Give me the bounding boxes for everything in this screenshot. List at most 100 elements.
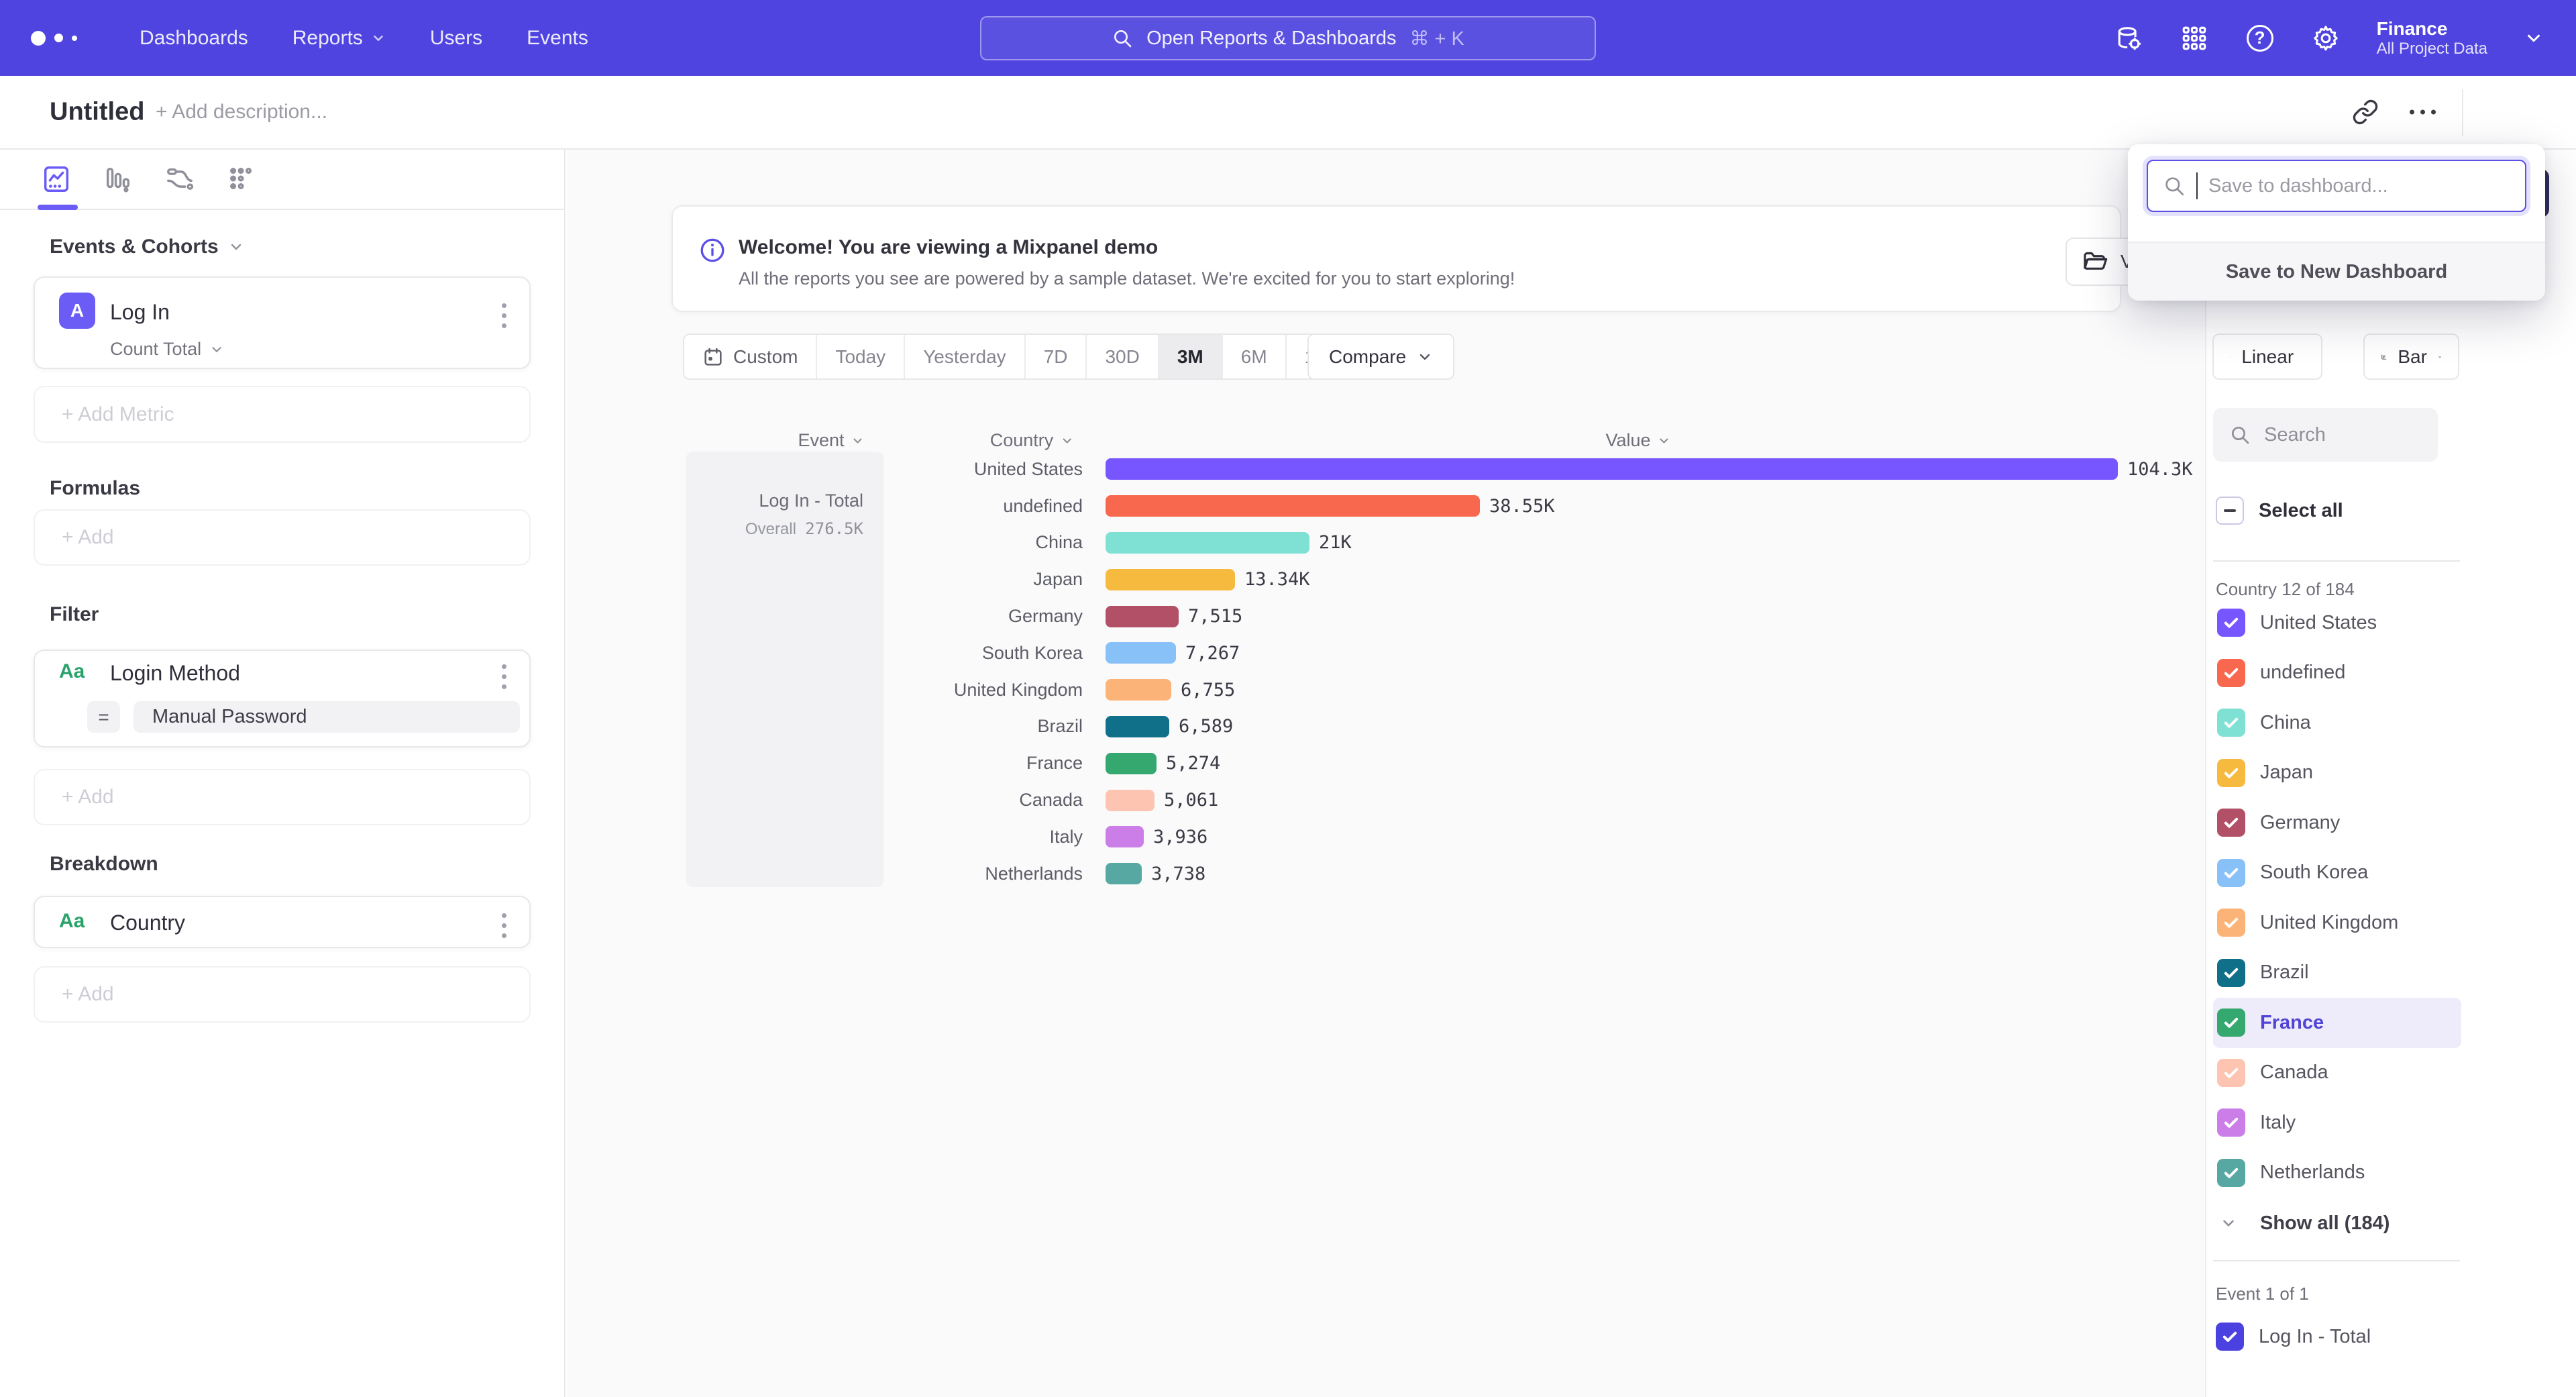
nav-item-label: Reports: [292, 27, 363, 50]
data-management-icon[interactable]: [2114, 23, 2143, 53]
nav-item[interactable]: Users: [430, 27, 482, 50]
date-range-button[interactable]: 3M: [1159, 335, 1223, 378]
events-cohorts-label[interactable]: Events & Cohorts: [50, 236, 244, 258]
country-filter-item[interactable]: China: [2213, 698, 2461, 748]
date-range-button[interactable]: Today: [817, 335, 905, 378]
project-chevron-icon[interactable]: [2524, 28, 2544, 48]
checkbox-checked-icon[interactable]: [2217, 1008, 2245, 1037]
metric-aggregation[interactable]: Count Total: [110, 339, 224, 360]
bar-segment[interactable]: [1106, 642, 1176, 664]
tab-retention-icon[interactable]: [225, 163, 258, 195]
filter-operator-chip[interactable]: =: [87, 701, 120, 733]
tab-funnels-icon[interactable]: [102, 163, 134, 195]
metric-card[interactable]: A Log In Count Total: [34, 276, 531, 369]
compare-button[interactable]: Compare: [1307, 333, 1454, 380]
add-filter-button[interactable]: + Add: [34, 769, 531, 825]
checkbox-checked-icon[interactable]: [2217, 759, 2245, 787]
filter-search-input[interactable]: Search: [2213, 408, 2438, 462]
bar-segment[interactable]: [1106, 679, 1171, 701]
metric-kebab-icon[interactable]: [502, 303, 506, 328]
mixpanel-logo[interactable]: [31, 31, 105, 46]
select-all-checkbox[interactable]: Select all: [2216, 497, 2343, 525]
bar-segment[interactable]: [1106, 753, 1157, 774]
bar-segment[interactable]: [1106, 716, 1169, 737]
nav-item[interactable]: Reports: [292, 27, 386, 50]
nav-item[interactable]: Events: [527, 27, 588, 50]
add-breakdown-button[interactable]: + Add: [34, 966, 531, 1023]
country-filter-item[interactable]: Netherlands: [2213, 1148, 2461, 1198]
checkbox-checked-icon[interactable]: [2217, 1159, 2245, 1187]
add-metric-button[interactable]: + Add Metric: [34, 386, 531, 443]
bar-segment[interactable]: [1106, 569, 1235, 590]
breakdown-card[interactable]: Aa Country: [34, 896, 531, 948]
save-to-dashboard-popup: Save to dashboard... Save to New Dashboa…: [2128, 144, 2545, 301]
breakdown-kebab-icon[interactable]: [502, 913, 506, 938]
value-scale-button[interactable]: Linear: [2212, 333, 2322, 380]
filter-card[interactable]: Aa Login Method = Manual Password: [34, 650, 531, 747]
global-search-bar[interactable]: Open Reports & Dashboards ⌘ + K: [980, 16, 1596, 60]
column-header-event[interactable]: Event: [798, 430, 864, 451]
column-header-country[interactable]: Country: [990, 430, 1074, 451]
bar-segment[interactable]: [1106, 826, 1144, 847]
save-dashboard-search-input[interactable]: Save to dashboard...: [2147, 160, 2526, 212]
breakdown-property-name[interactable]: Country: [110, 911, 185, 935]
country-filter-item[interactable]: Brazil: [2213, 948, 2461, 998]
column-header-value[interactable]: Value: [1605, 430, 1670, 451]
copy-link-icon[interactable]: [2352, 99, 2379, 125]
checkbox-checked-icon[interactable]: [2217, 909, 2245, 937]
tab-flows-icon[interactable]: [164, 163, 196, 195]
checkbox-checked-icon[interactable]: [2217, 1059, 2245, 1087]
country-filter-item[interactable]: Japan: [2213, 748, 2461, 798]
project-switcher[interactable]: Finance All Project Data: [2377, 18, 2487, 58]
filter-value-chip[interactable]: Manual Password: [133, 701, 520, 733]
event-filter-item[interactable]: Log In - Total: [2216, 1323, 2371, 1351]
filter-property-name[interactable]: Login Method: [110, 661, 240, 686]
checkbox-checked-icon[interactable]: [2217, 809, 2245, 837]
add-description-field[interactable]: + Add description...: [156, 101, 327, 123]
checkbox-checked-icon[interactable]: [2216, 1323, 2244, 1351]
date-range-button[interactable]: 30D: [1087, 335, 1159, 378]
country-filter-item[interactable]: South Korea: [2213, 848, 2461, 898]
date-range-button[interactable]: 7D: [1026, 335, 1087, 378]
filter-kebab-icon[interactable]: [502, 664, 506, 689]
checkbox-checked-icon[interactable]: [2217, 609, 2245, 637]
country-filter-item[interactable]: France: [2213, 998, 2461, 1048]
add-formula-button[interactable]: + Add: [34, 509, 531, 566]
bar-segment[interactable]: [1106, 495, 1480, 517]
checkbox-checked-icon[interactable]: [2217, 709, 2245, 737]
tab-insights-icon[interactable]: [40, 163, 72, 195]
checkbox-checked-icon[interactable]: [2217, 959, 2245, 987]
chart-type-button[interactable]: Bar: [2363, 333, 2459, 380]
checkbox-checked-icon[interactable]: [2217, 659, 2245, 687]
bar-segment[interactable]: [1106, 532, 1309, 554]
checkbox-indeterminate-icon[interactable]: [2216, 497, 2244, 525]
country-filter-item[interactable]: undefined: [2213, 648, 2461, 698]
chevron-down-icon: [2438, 350, 2442, 364]
more-options-icon[interactable]: [2410, 110, 2436, 115]
bar-segment[interactable]: [1106, 863, 1142, 884]
country-filter-item[interactable]: Italy: [2213, 1098, 2461, 1148]
metric-event-name[interactable]: Log In: [110, 300, 170, 325]
bar-segment[interactable]: [1106, 458, 2118, 480]
global-search-placeholder: Open Reports & Dashboards: [1146, 28, 1396, 50]
show-all-toggle[interactable]: Show all (184): [2220, 1204, 2390, 1242]
date-range-button[interactable]: Yesterday: [905, 335, 1026, 378]
checkbox-checked-icon[interactable]: [2217, 859, 2245, 887]
text-cursor: [2196, 172, 2198, 199]
value-scale-label: Linear: [2241, 346, 2294, 368]
date-range-button[interactable]: 6M: [1223, 335, 1287, 378]
country-filter-item[interactable]: Canada: [2213, 1048, 2461, 1098]
nav-item[interactable]: Dashboards: [140, 27, 248, 50]
country-filter-item[interactable]: United Kingdom: [2213, 898, 2461, 948]
country-filter-item[interactable]: Germany: [2213, 798, 2461, 848]
checkbox-checked-icon[interactable]: [2217, 1108, 2245, 1137]
bar-segment[interactable]: [1106, 606, 1179, 627]
page-title[interactable]: Untitled: [50, 98, 144, 127]
bar-segment[interactable]: [1106, 790, 1155, 811]
settings-gear-icon[interactable]: [2311, 23, 2341, 53]
apps-grid-icon[interactable]: [2180, 23, 2209, 53]
save-to-new-dashboard-button[interactable]: Save to New Dashboard: [2128, 242, 2545, 301]
country-filter-item[interactable]: United States: [2213, 598, 2461, 648]
help-icon[interactable]: ?: [2245, 23, 2275, 53]
date-range-button[interactable]: Custom: [684, 335, 817, 378]
